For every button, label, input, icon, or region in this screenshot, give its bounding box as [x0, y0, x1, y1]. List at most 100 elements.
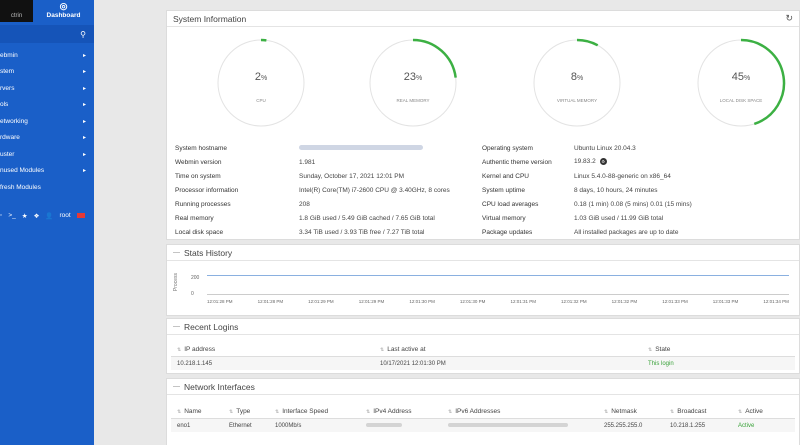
info-value: 1.8 GiB used / 5.49 GiB cached / 7.65 Gi… — [299, 214, 435, 222]
server-thumbnail[interactable]: ctrin — [0, 0, 33, 22]
sidebar-item-tools[interactable]: ols ▸ — [0, 97, 94, 114]
sidebar-item-hardware[interactable]: rdware ▸ — [0, 130, 94, 147]
col-netmask[interactable]: ⇅ Netmask — [604, 408, 670, 415]
star-icon[interactable]: ★ — [22, 212, 28, 220]
collapse-icon[interactable]: — — [173, 249, 180, 256]
sidebar-item-refresh-modules[interactable]: fresh Modules — [0, 179, 94, 196]
gauge-value: 23% — [403, 71, 423, 83]
col-broadcast[interactable]: ⇅ Broadcast — [670, 408, 738, 415]
iface-ipv6-redacted — [448, 422, 604, 429]
gauge-real-memory: 23% REAL MEMORY — [365, 35, 461, 131]
col-ipv6-addresses[interactable]: ⇅ IPv6 Addresses — [448, 408, 604, 415]
info-row: Local disk space 3.34 TiB used / 3.93 TiB… — [175, 225, 791, 239]
theme-info-icon[interactable]: ⚙ — [599, 158, 607, 166]
dashboard-small-icon[interactable]: ◦ — [0, 212, 2, 219]
gauge-value-arc — [576, 38, 599, 47]
info-row: Time on system Sunday, October 17, 2021 1… — [175, 169, 791, 183]
x-tick-label: 12:01:33 PM — [712, 299, 739, 304]
chevron-right-icon: ▸ — [82, 69, 86, 76]
x-tick-label: 12:01:28 PM — [257, 299, 284, 304]
y-tick-label: 0 — [191, 291, 194, 297]
x-tick-label: 12:01:34 PM — [763, 299, 789, 304]
sidebar-item-label: ols — [0, 101, 9, 109]
sidebar-item-label: rdware — [0, 134, 20, 142]
iface-speed: 1000Mb/s — [275, 422, 302, 429]
col-interface-speed[interactable]: ⇅ Interface Speed — [275, 408, 366, 415]
sidebar-item-label: ebmin — [0, 51, 18, 59]
dashboard-label: Dashboard — [46, 12, 81, 19]
login-state[interactable]: This login — [648, 361, 674, 367]
iface-broadcast: 10.218.1.255 — [670, 422, 706, 429]
y-tick-label: 200 — [191, 275, 200, 281]
sidebar-menu: ebmin ▸ stem ▸ rvers ▸ ols ▸ etworking ▸ rdwa… — [0, 47, 94, 196]
gauge-track — [217, 39, 305, 127]
x-tick-label: 12:01:30 PM — [459, 299, 486, 304]
col-last-active[interactable]: ⇅ Last active at — [380, 346, 648, 353]
process-series-line — [207, 275, 789, 276]
info-key: Operating system — [482, 144, 533, 152]
col-ip-address[interactable]: ⇅ IP address — [177, 346, 380, 353]
login-last-active: 10/17/2021 12:01:30 PM — [380, 360, 446, 367]
hostname-redacted — [299, 145, 423, 151]
search-icon[interactable]: ⚲ — [80, 30, 86, 39]
dashboard-tab[interactable]: ◎ Dashboard — [33, 0, 94, 25]
username-label[interactable]: root — [59, 212, 70, 219]
gauge-virtual-memory: 8% VIRTUAL MEMORY — [529, 35, 625, 131]
col-ipv4-address[interactable]: ⇅ IPv4 Address — [366, 408, 448, 415]
chevron-right-icon: ▸ — [82, 52, 86, 59]
info-value[interactable]: 8 days, 10 hours, 24 minutes — [574, 187, 791, 194]
user-icon[interactable]: 👤 — [45, 212, 53, 220]
x-tick-label: 12:01:32 PM — [561, 299, 587, 304]
refresh-icon[interactable]: ↻ — [785, 13, 793, 24]
col-name[interactable]: ⇅ Name — [177, 408, 229, 415]
gauge-value: 8% — [570, 71, 584, 83]
info-row: Real memory 1.8 GiB used / 5.49 GiB cache… — [175, 211, 791, 225]
col-state[interactable]: ⇅ State — [648, 346, 670, 353]
sidebar-item-networking[interactable]: etworking ▸ — [0, 113, 94, 130]
info-key: Package updates — [482, 228, 533, 236]
stats-chart: Process 200 0 12:01:28 PM 12:01:28 PM 12:0… — [173, 265, 793, 309]
info-value: 1.981 — [299, 158, 316, 166]
chevron-right-icon: ▸ — [82, 118, 86, 125]
sidebar-item-servers[interactable]: rvers ▸ — [0, 80, 94, 97]
terminal-icon[interactable]: >_ — [8, 212, 15, 219]
system-information-panel: System Information ↻ 2% CPU 23% REAL MEMOR… — [166, 10, 800, 240]
info-value[interactable]: Sunday, October 17, 2021 12:01 PM — [299, 173, 482, 180]
sidebar-item-cluster[interactable]: uster ▸ — [0, 146, 94, 163]
info-key: CPU load averages — [482, 200, 539, 208]
x-tick-label: 12:01:28 PM — [207, 299, 233, 304]
gauges: 2% CPU 23% REAL MEMORY 8% VIRTUAL MEMORY 45… — [167, 35, 799, 135]
iface-netmask: 255.255.255.0 — [604, 422, 643, 429]
info-row: Webmin version 1.981 Authentic theme versi… — [175, 155, 791, 169]
palette-icon[interactable]: ❖ — [34, 212, 40, 220]
sidebar-item-system[interactable]: stem ▸ — [0, 64, 94, 81]
gauge-ring — [697, 38, 786, 127]
collapse-icon[interactable]: — — [173, 323, 180, 330]
sidebar-bottom-bar: ◦ >_ ★ ❖ 👤 root — [0, 212, 94, 220]
sidebar-item-webmin[interactable]: ebmin ▸ — [0, 47, 94, 64]
sidebar-item-label: etworking — [0, 117, 28, 125]
col-active[interactable]: ⇅ Active — [738, 408, 763, 415]
gauge-label: VIRTUAL MEMORY — [556, 98, 598, 103]
sidebar-item-label: uster — [0, 150, 15, 158]
panel-title: Recent Logins — [184, 321, 239, 332]
sidebar-item-unused-modules[interactable]: nused Modules ▸ — [0, 163, 94, 180]
collapse-icon[interactable]: — — [173, 383, 180, 390]
panel-title: Stats History — [184, 247, 233, 258]
network-interfaces-header: ⇅ Name ⇅ Type ⇅ Interface Speed ⇅ IPv4 Addre… — [171, 405, 795, 419]
sidebar-item-label: fresh Modules — [0, 183, 41, 191]
x-tick-labels: 12:01:28 PM 12:01:28 PM 12:01:29 PM 12:01:2… — [207, 299, 789, 304]
chevron-right-icon: ▸ — [82, 85, 86, 92]
info-value[interactable]: 208 — [299, 201, 482, 208]
info-key: Authentic theme version — [482, 158, 552, 166]
x-tick-label: 12:01:33 PM — [662, 299, 688, 304]
info-value[interactable]: All installed packages are up to date — [574, 229, 791, 236]
gauge-ring — [533, 38, 621, 127]
logout-icon[interactable] — [76, 213, 85, 218]
info-key: Virtual memory — [482, 214, 526, 222]
chart-y-label: Process — [173, 273, 179, 292]
sidebar-search[interactable]: ⚲ — [0, 25, 94, 43]
panel-title: Network Interfaces — [184, 381, 255, 392]
info-key: Real memory — [175, 214, 214, 222]
col-type[interactable]: ⇅ Type — [229, 408, 275, 415]
